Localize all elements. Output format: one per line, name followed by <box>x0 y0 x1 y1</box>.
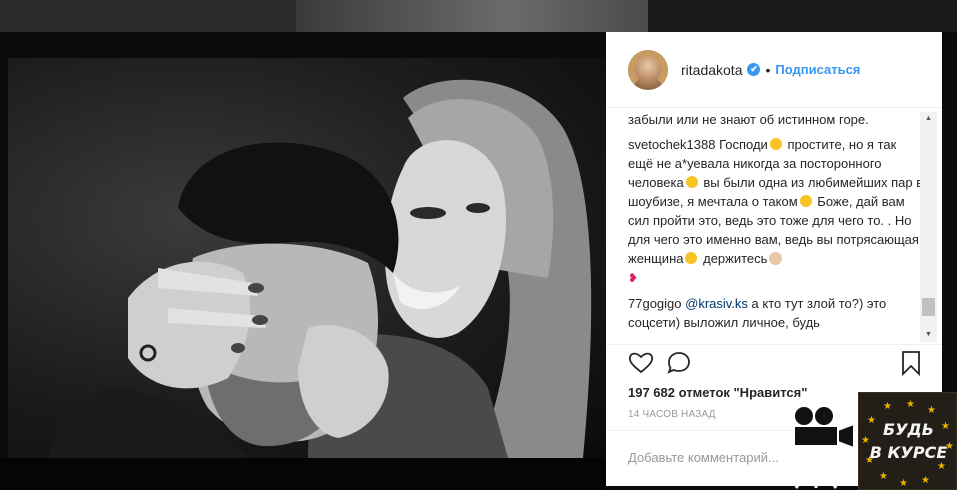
username-link[interactable]: ritadakota <box>681 62 742 78</box>
comment-item: 77gogigo @krasiv.ks а кто тут злой то?) … <box>628 294 924 332</box>
svg-text:★: ★ <box>883 401 892 412</box>
likes-count[interactable]: 197 682 отметок "Нравится" <box>628 385 807 400</box>
comment-item: svetochek1388 Господи простите, но я так… <box>628 135 924 288</box>
add-comment-input[interactable]: Добавьте комментарий... <box>628 450 779 465</box>
svg-text:★: ★ <box>906 399 915 410</box>
hearts-emoji-icon: ❥ <box>628 271 639 285</box>
comment-item: забыли или не знают об истинном горе. <box>628 110 924 129</box>
follow-button[interactable]: Подписаться <box>775 62 860 77</box>
comments-scrollbar[interactable]: ▲ ▼ <box>920 112 937 342</box>
watermark-line-1: БУДЬ <box>883 420 934 439</box>
comment-mention-link[interactable]: @krasiv.ks <box>685 296 748 311</box>
scroll-down-arrow-icon[interactable]: ▼ <box>920 328 937 342</box>
comment-text: Господи <box>719 137 768 152</box>
smiling-emoji-icon <box>685 252 698 264</box>
separator-dot: • <box>765 61 771 78</box>
film-camera-icon <box>786 405 855 489</box>
svg-text:★: ★ <box>899 478 908 489</box>
comment-username[interactable]: 77gogigo <box>628 296 682 311</box>
bookmark-icon[interactable] <box>898 350 924 376</box>
old-person-emoji-icon <box>769 252 783 265</box>
like-heart-icon[interactable] <box>628 350 654 376</box>
comment-bubble-icon[interactable] <box>666 350 692 376</box>
svg-text:★: ★ <box>921 475 930 486</box>
verified-badge-icon: ✔ <box>747 63 761 76</box>
comment-username[interactable]: svetochek1388 <box>628 137 715 152</box>
scroll-up-arrow-icon[interactable]: ▲ <box>920 112 937 126</box>
svg-text:★: ★ <box>927 405 936 416</box>
comment-text: забыли или не знают об истинном горе. <box>628 112 869 127</box>
background-overlay-bottom <box>0 458 606 490</box>
background-thumbnail-left <box>0 0 296 32</box>
comments-list: забыли или не знают об истинном горе. sv… <box>628 110 924 342</box>
post-timestamp: 14 ЧАСОВ НАЗАД <box>628 409 716 420</box>
background-thumbnail-center <box>296 0 648 32</box>
avatar[interactable] <box>628 49 668 90</box>
action-bar <box>628 350 924 378</box>
crying-emoji-icon <box>685 176 698 188</box>
crying-emoji-icon <box>769 138 782 150</box>
smiling-emoji-icon <box>799 195 812 207</box>
stars-ring-icon: ★ ★ ★ ★ ★ ★ ★ ★ ★ ★ ★ ★ <box>861 399 954 489</box>
divider <box>606 344 942 345</box>
comment-text: держитесь <box>703 251 768 266</box>
background-thumbnail-right <box>648 0 957 32</box>
photo-illustration <box>48 79 592 458</box>
watermark-badge: ★ ★ ★ ★ ★ ★ ★ ★ ★ ★ ★ ★ БУДЬ В КУРСЕ <box>858 392 957 490</box>
watermark-line-2: В КУРСЕ <box>869 443 948 462</box>
svg-text:★: ★ <box>879 471 888 482</box>
post-header: ritadakota ✔ • Подписаться <box>606 32 942 108</box>
scroll-thumb[interactable] <box>922 298 935 316</box>
svg-text:★: ★ <box>937 461 946 472</box>
post-photo <box>8 58 606 458</box>
